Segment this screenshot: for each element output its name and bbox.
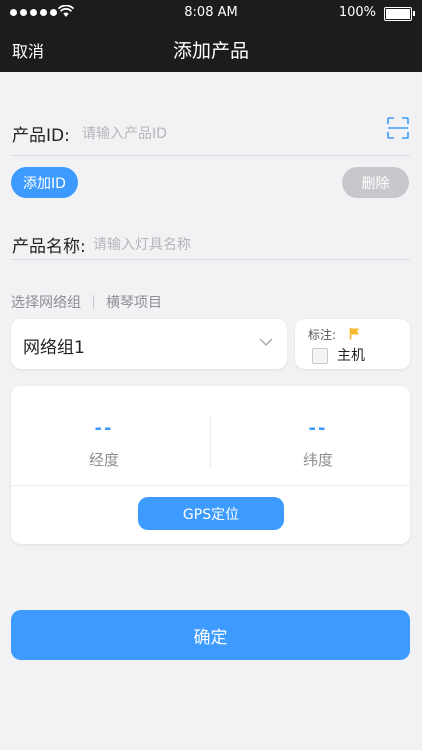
gps-locate-button[interactable]: GPS定位	[138, 497, 284, 530]
host-label: 主机	[337, 348, 365, 364]
longitude-label: 经度	[88, 451, 119, 469]
group-row: 选择网络组 横琴项目	[11, 292, 162, 312]
chevron-down-icon	[259, 338, 273, 347]
host-checkbox[interactable]	[312, 348, 328, 364]
nav-bar: 取消 添加产品	[0, 26, 422, 72]
battery-percent: 100%	[338, 5, 376, 20]
delete-button[interactable]: 删除	[342, 167, 409, 198]
product-id-label: 产品ID:	[12, 126, 70, 146]
select-group-label: 选择网络组	[11, 295, 81, 311]
latitude-label: 纬度	[302, 451, 333, 469]
gps-card: -- 经度 -- 纬度 GPS定位	[11, 386, 410, 544]
page-title: 添加产品	[172, 40, 249, 62]
mark-label: 标注:	[308, 328, 337, 342]
scan-icon[interactable]	[386, 116, 410, 140]
product-name-label: 产品名称:	[12, 237, 86, 257]
product-name-input[interactable]: 请输入灯具名称	[93, 234, 191, 254]
separator	[93, 295, 94, 309]
longitude-value: --	[94, 418, 114, 439]
battery-icon	[384, 7, 415, 21]
flag-icon	[349, 328, 359, 340]
divider	[11, 259, 410, 260]
divider	[11, 485, 410, 486]
divider	[210, 416, 211, 468]
divider	[11, 155, 410, 156]
status-bar: 8:08 AM 100%	[0, 0, 422, 26]
confirm-button[interactable]: 确定	[11, 610, 410, 660]
add-id-button[interactable]: 添加ID	[11, 167, 78, 198]
mark-box: 标注: 主机	[295, 319, 410, 369]
project-name: 横琴项目	[106, 295, 162, 311]
network-group-select[interactable]: 网络组1	[11, 319, 287, 369]
selected-group: 网络组1	[23, 338, 85, 358]
latitude-value: --	[308, 418, 328, 439]
product-id-input[interactable]: 请输入产品ID	[82, 123, 167, 143]
